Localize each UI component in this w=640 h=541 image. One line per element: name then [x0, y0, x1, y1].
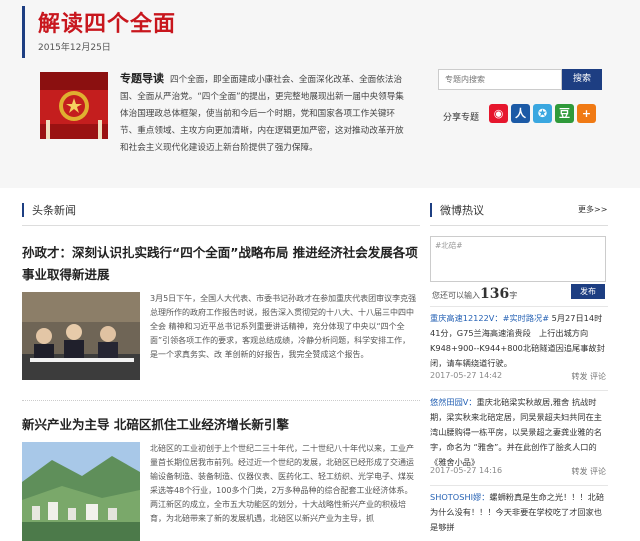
weibo-post: 重庆高速12122V：#实时路况# 5月27日14时41分，G75兰海高速渝贵段… [430, 311, 608, 371]
char-count-suffix: 字 [509, 291, 518, 300]
section-accent-bar [430, 203, 432, 217]
headline-section-header: 头条新闻 [22, 202, 76, 218]
title-accent-bar [22, 6, 25, 58]
weibo-text: 重庆北碚梁实秋故居,雅舍 抗战时期，梁实秋来北碚定居，同吴景超夫妇共同在主湾山腰… [430, 397, 602, 467]
weibo-section-header: 微博热议 [430, 202, 484, 218]
weibo-post: 悠然田园V：重庆北碚梁实秋故居,雅舍 抗战时期，梁实秋来北碚定居，同吴景超夫妇共… [430, 395, 608, 470]
weibo-user[interactable]: 悠然田园V： [430, 397, 477, 407]
weibo-post: SHOTOSHI嫪：螺蛳粉真是生命之光！！！北碚为什么没有！！！今天非要在学校吃… [430, 490, 608, 535]
news-summary-1: 3月5日下午，全国人大代表、市委书记孙政才在参加重庆代表团审议李克强总理所作的政… [150, 294, 417, 359]
news-title-2[interactable]: 新兴产业为主导 北碚区抓住工业经济增长新引擎 [22, 414, 422, 436]
weibo-post-button[interactable]: 发布 [571, 284, 605, 299]
char-count-number: 136 [480, 286, 510, 302]
weibo-meta: 2017-05-27 14:42 转发 评论 [430, 371, 608, 382]
news-title-1[interactable]: 孙政才：深刻认识扎实践行“四个全面”战略布局 推进经济社会发展各项事业取得新进展 [22, 242, 422, 286]
qzone-icon[interactable]: ✪ [533, 104, 552, 123]
weibo-divider [430, 390, 608, 391]
plus-icon[interactable]: + [577, 104, 596, 123]
weibo-more-link[interactable]: 更多>> [578, 204, 607, 215]
weibo-user[interactable]: SHOTOSHI嫪： [430, 492, 489, 502]
weibo-user[interactable]: 重庆高速12122V：#实时路况# [430, 313, 549, 323]
topic-search-input[interactable] [438, 69, 562, 90]
weibo-compose-input[interactable]: #北碚# [430, 236, 606, 282]
weibo-char-count: 您还可以输入136字 [432, 286, 517, 302]
page-title: 解读四个全面 [38, 12, 177, 37]
news-image-1[interactable] [22, 292, 140, 380]
section-accent-bar [22, 203, 24, 217]
weibo-meta: 2017-05-27 14:16 转发 评论 [430, 466, 608, 477]
topic-intro-text: 四个全面，即全面建成小康社会、全面深化改革、全面依法治国、全面从严治党。“四个全… [120, 75, 404, 153]
weibo-divider [430, 485, 608, 486]
topic-cover-image [40, 72, 108, 139]
news-summary-2: 北碚区的工业初创于上个世纪二三十年代，二十世纪八十年代以来，工业产量首长期位居我… [150, 444, 414, 523]
topic-intro: 专题导读 四个全面，即全面建成小康社会、全面深化改革、全面依法治国、全面从严治党。… [120, 70, 410, 157]
headline-section-title: 头条新闻 [32, 204, 76, 217]
news-divider [22, 400, 420, 401]
renren-icon[interactable]: 人 [511, 104, 530, 123]
section-divider [22, 225, 420, 226]
weibo-time: 2017-05-27 14:16 [430, 466, 503, 475]
news-image-2[interactable] [22, 442, 140, 541]
weibo-icon[interactable]: ◉ [489, 104, 508, 123]
section-divider [430, 225, 608, 226]
weibo-section-title: 微博热议 [440, 204, 484, 217]
weibo-divider [430, 306, 608, 307]
search-button[interactable]: 搜索 [562, 69, 602, 90]
share-icons: ◉ 人 ✪ 豆 + [489, 104, 596, 123]
share-label: 分享专题 [443, 113, 480, 123]
douban-icon[interactable]: 豆 [555, 104, 574, 123]
topic-header: 解读四个全面 2015年12月25日 专题导读 四个全面，即全面建成小康社会、全面… [0, 0, 640, 188]
topic-intro-label: 专题导读 [120, 72, 164, 85]
char-count-prefix: 您还可以输入 [432, 291, 480, 300]
weibo-actions[interactable]: 转发 评论 [571, 466, 606, 477]
publish-date: 2015年12月25日 [38, 43, 111, 53]
weibo-time: 2017-05-27 14:42 [430, 371, 503, 380]
weibo-actions[interactable]: 转发 评论 [571, 371, 606, 382]
